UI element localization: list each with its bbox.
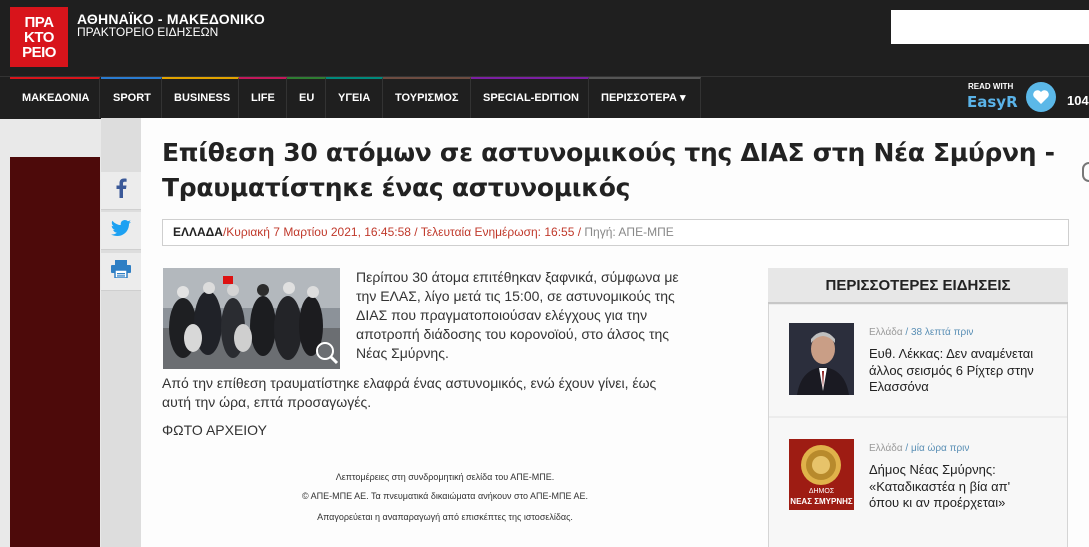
news-thumbnail[interactable] <box>789 323 854 395</box>
search-input[interactable] <box>891 10 1089 44</box>
nav-item-more[interactable]: ΠΕΡΙΣΣΟΤΕΡΑ ▾ <box>589 77 701 118</box>
nav-item-business[interactable]: BUSINESS <box>162 77 239 118</box>
credit-line: © ΑΠΕ-ΜΠΕ ΑΕ. Τα πνευματικά δικαιώματα α… <box>301 491 589 501</box>
news-meta: Ελλάδα / 38 λεπτά πριν <box>869 327 973 338</box>
news-title-line[interactable]: «Καταδικαστέα η βία απ' <box>869 479 1059 495</box>
photo-caption: ΦΩΤΟ ΑΡΧΕΙΟΥ <box>162 422 267 438</box>
read-with-label: READ WITH <box>968 82 1014 91</box>
news-thumbnail[interactable]: ΔΗΜΟΣ ΝΕΑΣ ΣΜΥΡΝΗΣ <box>789 439 854 510</box>
easyreader-logo[interactable]: EasyR <box>967 93 1018 111</box>
nav-item-ygeia[interactable]: ΥΓΕΙΑ <box>326 77 383 118</box>
news-title-line[interactable]: άλλος σεισμός 6 Ρίχτερ στην <box>869 363 1059 379</box>
scroll-indicator-icon[interactable] <box>1082 162 1089 182</box>
lead-line: Περίπου 30 άτομα επιτέθηκαν ξαφνικά, σύμ… <box>356 269 679 285</box>
nav-item-tourismos[interactable]: ΤΟΥΡΙΣΜΟΣ <box>383 77 471 118</box>
twitter-icon <box>110 220 131 241</box>
lead-line: την ΕΛΑΣ, λίγο μετά τις 15:00, σε αστυνο… <box>356 288 675 304</box>
thumb-text: ΔΗΜΟΣ <box>808 488 835 495</box>
sidebar-title: ΠΕΡΙΣΣΟΤΕΡΕΣ ΕΙΔΗΣΕΙΣ <box>768 268 1068 304</box>
news-time: / μία ώρα πριν <box>902 443 970 454</box>
article-headline: Επίθεση 30 ατόμων σε αστυνομικούς της ΔΙ… <box>162 138 1055 202</box>
lead-line: αποτροπή διάδοσης του κορονοϊού, στο άλσ… <box>356 326 670 342</box>
news-title-line[interactable]: όπου κι αν προέρχεται» <box>869 495 1059 511</box>
easyreader-icon[interactable] <box>1026 82 1056 112</box>
print-button[interactable] <box>101 253 141 291</box>
nav-item-eu[interactable]: EU <box>287 77 326 118</box>
thumb-text: ΝΕΑΣ ΣΜΥΡΝΗΣ <box>790 497 853 506</box>
article-date: /Κυριακή 7 Μαρτίου 2021, 16:45:58 / Τελε… <box>222 225 582 239</box>
news-title-line[interactable]: Δήμος Νέας Σμύρνης: <box>869 462 1059 478</box>
news-title-line[interactable]: Ευθ. Λέκκας: Δεν αναμένεται <box>869 346 1059 362</box>
news-title-line[interactable]: Ελασσόνα <box>869 379 1059 395</box>
twitter-share-button[interactable] <box>101 212 141 250</box>
logo-line: ΚΤΟ <box>24 28 54 46</box>
lead-line: ΔΙΑΣ που πραγματοποιούσαν ελέγχους για τ… <box>356 307 648 323</box>
lead-line: Νέας Σμύρνης. <box>356 345 449 361</box>
nav-item-makedonia[interactable]: ΜΑΚΕΔΟΝΙΑ <box>10 77 100 118</box>
news-time: / 38 λεπτά πριν <box>902 327 974 338</box>
article-photo[interactable] <box>163 268 340 369</box>
paragraph-line: αυτή την ώρα, επτά προσαγωγές. <box>162 394 372 410</box>
nav-number: 104 <box>1067 93 1089 108</box>
article-meta-bar: ΕΛΛΑΔΑ/Κυριακή 7 Μαρτίου 2021, 16:45:58 … <box>162 219 1069 246</box>
facebook-share-button[interactable] <box>101 172 141 210</box>
article-category[interactable]: ΕΛΛΑΔΑ <box>173 225 223 239</box>
nav-item-life[interactable]: LIFE <box>239 77 287 118</box>
site-logo[interactable]: ΠΡΑ ΚΤΟ ΡΕΙΟ <box>10 7 68 67</box>
facebook-icon <box>115 178 127 203</box>
print-icon <box>111 260 131 283</box>
news-category[interactable]: Ελλάδα <box>869 327 903 338</box>
news-category[interactable]: Ελλάδα <box>869 443 903 454</box>
paragraph-line: Από την επίθεση τραυματίστηκε ελαφρά ένα… <box>162 375 657 391</box>
logo-line: ΡΕΙΟ <box>22 43 56 61</box>
nav-item-special-edition[interactable]: SPECIAL-EDITION <box>471 77 589 118</box>
credit-line: Απαγορεύεται η αναπαραγωγή από επισκέπτε… <box>317 512 573 522</box>
news-meta: Ελλάδα / μία ώρα πριν <box>869 443 969 454</box>
article-source: Πηγή: ΑΠΕ-ΜΠΕ <box>581 225 674 239</box>
site-subtitle: ΠΡΑΚΤΟΡΕΙΟ ΕΙΔΗΣΕΩΝ <box>77 25 219 39</box>
logo-line: ΠΡΑ <box>24 13 54 31</box>
nav-item-sport[interactable]: SPORT <box>101 77 162 118</box>
left-ad-banner[interactable] <box>10 157 100 547</box>
credit-line: Λεπτομέρειες στη συνδρομητική σελίδα του… <box>335 472 555 482</box>
